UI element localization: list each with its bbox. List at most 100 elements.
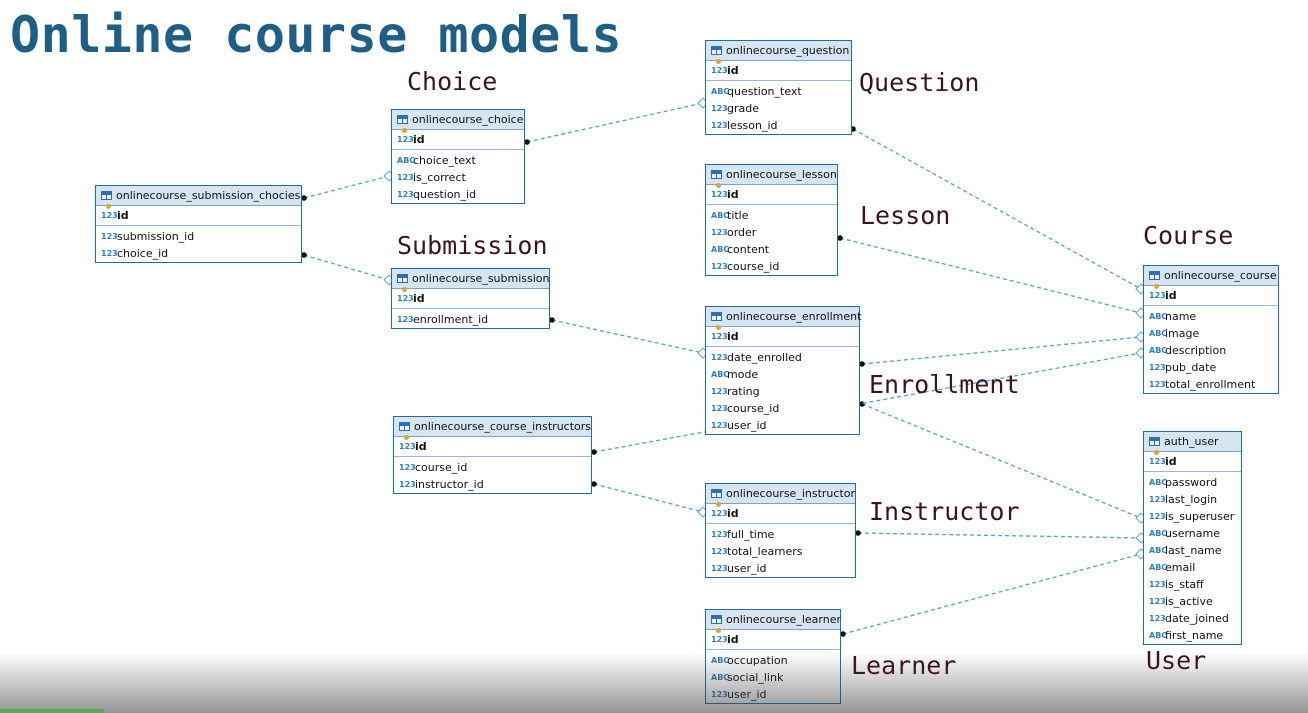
field-row[interactable]: ABCfirst_name <box>1144 627 1241 644</box>
field-row[interactable]: 123course_id <box>706 400 859 417</box>
primary-key-row[interactable]: 123id <box>1144 284 1278 306</box>
primary-key-row[interactable]: 123id <box>392 287 549 309</box>
field-row[interactable]: 123total_enrollment <box>1144 376 1278 393</box>
primary-key-row[interactable]: 123id <box>706 502 855 524</box>
field-row[interactable]: 123rating <box>706 383 859 400</box>
field-row[interactable]: ABCpassword <box>1144 474 1241 491</box>
field-name: course_id <box>415 461 468 474</box>
field-row[interactable]: 123question_id <box>392 186 524 203</box>
text-type-icon: ABC <box>1149 546 1168 555</box>
primary-key-row[interactable]: 123id <box>706 183 837 205</box>
primary-key-row[interactable]: 123id <box>392 128 524 150</box>
primary-key-icon: 123 <box>711 628 728 649</box>
entity-onlinecourse-question[interactable]: onlinecourse_question 123id ABCquestion_te… <box>705 40 852 135</box>
field-row[interactable]: 123instructor_id <box>394 476 591 493</box>
primary-key-row[interactable]: 123id <box>706 628 840 650</box>
entity-onlinecourse-course[interactable]: onlinecourse_course 123id ABCname ABCimage A… <box>1143 265 1279 394</box>
entity-onlinecourse-submission-chocies[interactable]: onlinecourse_submission_chocies 123id 123s… <box>95 185 302 263</box>
field-row[interactable]: 123is_superuser <box>1144 508 1241 525</box>
entity-header[interactable]: onlinecourse_question <box>706 41 851 61</box>
field-name: question_id <box>413 188 477 201</box>
field-row[interactable]: ABClast_name <box>1144 542 1241 559</box>
field-row[interactable]: ABCimage <box>1144 325 1278 342</box>
field-row[interactable]: ABCemail <box>1144 559 1241 576</box>
entity-onlinecourse-learner[interactable]: onlinecourse_learner 123id ABCoccupation AB… <box>705 609 841 704</box>
field-row[interactable]: ABCchoice_text <box>392 152 524 169</box>
entity-onlinecourse-choice[interactable]: onlinecourse_choice 123id ABCchoice_text 12… <box>391 109 525 204</box>
field-name: content <box>727 243 770 256</box>
entity-header[interactable]: onlinecourse_choice <box>392 110 524 130</box>
field-row[interactable]: 123submission_id <box>96 228 301 245</box>
entity-header[interactable]: onlinecourse_enrollment <box>706 307 861 327</box>
model-label-submission: Submission <box>397 231 548 260</box>
field-name: choice_id <box>117 247 169 260</box>
field-row[interactable]: ABCcontent <box>706 241 837 258</box>
primary-key-row[interactable]: 123id <box>706 59 851 81</box>
field-row[interactable]: ABCdescription <box>1144 342 1278 359</box>
field-name: occupation <box>727 654 788 667</box>
primary-key-row[interactable]: 123id <box>706 325 859 347</box>
text-type-icon: ABC <box>711 370 730 379</box>
field-row[interactable]: 123grade <box>706 100 851 117</box>
relationship-course_instructors-to-course <box>593 352 1142 453</box>
field-row[interactable]: 123order <box>706 224 837 241</box>
entity-header[interactable]: onlinecourse_submission_chocies <box>96 186 301 206</box>
entity-auth-user[interactable]: auth_user 123id ABCpassword 123last_login 12… <box>1143 431 1242 645</box>
entity-header[interactable]: onlinecourse_lesson <box>706 165 837 185</box>
field-row[interactable]: 123course_id <box>394 459 591 476</box>
field-row[interactable]: 123total_learners <box>706 543 855 560</box>
field-name: last_name <box>1165 544 1222 557</box>
field-row[interactable]: ABCsocial_link <box>706 669 840 686</box>
field-row[interactable]: 123user_id <box>706 686 840 703</box>
field-name: rating <box>727 385 760 398</box>
field-row[interactable]: 123date_enrolled <box>706 349 859 366</box>
field-row[interactable]: ABCmode <box>706 366 859 383</box>
field-row[interactable]: 123date_joined <box>1144 610 1241 627</box>
numeric-type-icon: 123 <box>711 690 728 699</box>
table-icon <box>397 274 408 283</box>
relationship-source-dot <box>524 139 530 145</box>
field-row[interactable]: 123last_login <box>1144 491 1241 508</box>
field-row[interactable]: 123is_staff <box>1144 576 1241 593</box>
field-row[interactable]: 123is_correct <box>392 169 524 186</box>
field-row[interactable]: ABCtitle <box>706 207 837 224</box>
field-row[interactable]: 123full_time <box>706 526 855 543</box>
field-name: is_active <box>1165 595 1213 608</box>
relationship-learner-to-auth_user <box>842 553 1142 635</box>
field-row[interactable]: 123enrollment_id <box>392 311 549 328</box>
field-row[interactable]: 123course_id <box>706 258 837 275</box>
model-label-course: Course <box>1143 221 1234 250</box>
field-row[interactable]: 123lesson_id <box>706 117 851 134</box>
primary-key-row[interactable]: 123id <box>96 204 301 226</box>
entity-onlinecourse-instructor[interactable]: onlinecourse_instructor 123id 123full_time… <box>705 483 856 578</box>
entity-header[interactable]: onlinecourse_course <box>1144 266 1278 286</box>
field-row[interactable]: 123is_active <box>1144 593 1241 610</box>
entity-onlinecourse-submission[interactable]: onlinecourse_submission 123id 123enrollmen… <box>391 268 550 329</box>
numeric-type-icon: 123 <box>1149 380 1166 389</box>
primary-key-row[interactable]: 123id <box>1144 450 1241 472</box>
field-row[interactable]: ABCusername <box>1144 525 1241 542</box>
field-row[interactable]: 123user_id <box>706 417 859 434</box>
entity-onlinecourse-lesson[interactable]: onlinecourse_lesson 123id ABCtitle 123order… <box>705 164 838 276</box>
field-row[interactable]: 123pub_date <box>1144 359 1278 376</box>
field-row[interactable]: ABCquestion_text <box>706 83 851 100</box>
entity-onlinecourse-course-instructors[interactable]: onlinecourse_course_instructors 123id 123c… <box>393 416 592 494</box>
table-icon <box>101 191 112 200</box>
entity-header[interactable]: onlinecourse_submission <box>392 269 550 289</box>
field-row[interactable]: ABCname <box>1144 308 1278 325</box>
relationship-source-dot <box>591 449 597 455</box>
field-row[interactable]: 123choice_id <box>96 245 301 262</box>
entity-header[interactable]: onlinecourse_learner <box>706 610 841 630</box>
primary-key-row[interactable]: 123id <box>394 435 591 457</box>
entity-header[interactable]: onlinecourse_instructor <box>706 484 855 504</box>
entity-header[interactable]: auth_user <box>1144 432 1241 452</box>
entity-name: auth_user <box>1164 435 1219 448</box>
relationship-source-dot <box>591 481 597 487</box>
table-icon <box>1149 271 1160 280</box>
field-row[interactable]: 123user_id <box>706 560 855 577</box>
entity-header[interactable]: onlinecourse_course_instructors <box>394 417 591 437</box>
text-type-icon: ABC <box>711 211 730 220</box>
entity-onlinecourse-enrollment[interactable]: onlinecourse_enrollment 123id 123date_enro… <box>705 306 861 435</box>
field-name: name <box>1165 310 1197 323</box>
field-row[interactable]: ABCoccupation <box>706 652 840 669</box>
